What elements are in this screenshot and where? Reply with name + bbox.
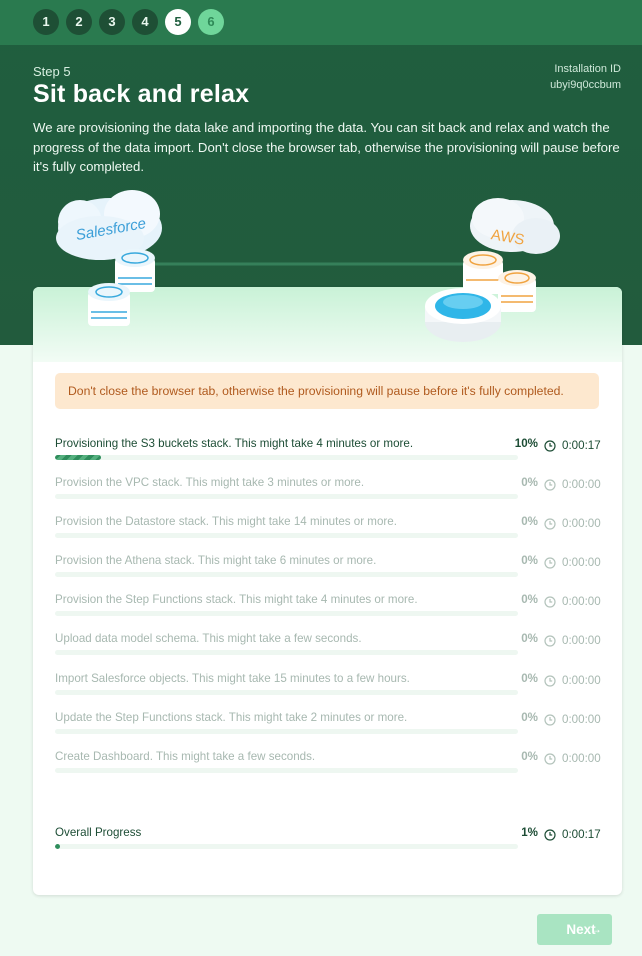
task-row: Import Salesforce objects. This might ta… <box>55 672 622 702</box>
progress-card: Don't close the browser tab, otherwise t… <box>33 287 622 895</box>
aws-cloud-icon: AWS <box>470 198 560 254</box>
task-elapsed-time: 0:00:00 <box>562 634 601 647</box>
arrow-right-icon: → <box>590 922 602 936</box>
overall-progress: Overall Progress 1% 0:00:17 <box>55 826 622 856</box>
task-elapsed-time: 0:00:00 <box>562 595 601 608</box>
task-elapsed-time: 0:00:00 <box>562 517 601 530</box>
clock-icon <box>544 596 556 608</box>
task-percent: 0% <box>521 515 538 528</box>
clock-icon <box>544 635 556 647</box>
task-percent: 0% <box>521 593 538 606</box>
task-row: Provision the Athena stack. This might t… <box>55 554 622 584</box>
task-progress-bar <box>55 572 518 577</box>
overall-progress-percent: 1% <box>521 826 538 839</box>
task-elapsed-time: 0:00:00 <box>562 713 601 726</box>
task-percent: 10% <box>514 437 538 450</box>
task-label: Provision the Step Functions stack. This… <box>55 593 418 606</box>
task-percent: 0% <box>521 750 538 763</box>
installation-id-label: Installation ID <box>554 63 621 75</box>
task-row: Provisioning the S3 buckets stack. This … <box>55 437 622 467</box>
task-label: Upload data model schema. This might tak… <box>55 632 362 645</box>
task-percent: 0% <box>521 632 538 645</box>
task-progress-bar <box>55 611 518 616</box>
overall-progress-label: Overall Progress <box>55 826 142 839</box>
task-progress-bar <box>55 455 518 460</box>
data-lake-icon <box>425 288 501 342</box>
stepper: 1 2 3 4 5 6 <box>0 0 642 45</box>
installation-id-value: ubyi9q0ccbum <box>550 79 621 91</box>
task-label: Create Dashboard. This might take a few … <box>55 750 316 763</box>
task-row: Create Dashboard. This might take a few … <box>55 750 622 780</box>
task-label: Provision the Datastore stack. This migh… <box>55 515 397 528</box>
step-1[interactable]: 1 <box>33 9 59 35</box>
task-label: Provisioning the S3 buckets stack. This … <box>55 437 414 450</box>
step-4[interactable]: 4 <box>132 9 158 35</box>
step-2[interactable]: 2 <box>66 9 92 35</box>
task-percent: 0% <box>521 711 538 724</box>
task-row: Update the Step Functions stack. This mi… <box>55 711 622 741</box>
task-row: Provision the Step Functions stack. This… <box>55 593 622 623</box>
clock-icon <box>544 714 556 726</box>
task-elapsed-time: 0:00:00 <box>562 556 601 569</box>
clock-icon <box>544 518 556 530</box>
task-progress-bar <box>55 533 518 538</box>
task-progress-bar <box>55 729 518 734</box>
task-label: Update the Step Functions stack. This mi… <box>55 711 408 724</box>
clock-icon <box>544 557 556 569</box>
task-elapsed-time: 0:00:00 <box>562 674 601 687</box>
database-icon <box>88 249 155 326</box>
clock-icon <box>544 479 556 491</box>
task-row: Provision the VPC stack. This might take… <box>55 476 622 506</box>
next-button[interactable]: Next → <box>537 914 612 945</box>
task-row: Upload data model schema. This might tak… <box>55 632 622 662</box>
task-progress-bar <box>55 494 518 499</box>
task-progress-bar <box>55 690 518 695</box>
task-elapsed-time: 0:00:00 <box>562 752 601 765</box>
task-progress-bar <box>55 650 518 655</box>
task-elapsed-time: 0:00:17 <box>562 439 601 452</box>
salesforce-cloud-icon: Salesforce <box>56 190 162 260</box>
task-label: Provision the VPC stack. This might take… <box>55 476 365 489</box>
page-description: We are provisioning the data lake and im… <box>33 120 620 174</box>
clock-icon <box>544 675 556 687</box>
data-transfer-illustration: Salesforce AWS <box>56 190 560 342</box>
task-percent: 0% <box>521 554 538 567</box>
step-6: 6 <box>198 9 224 35</box>
clock-icon <box>544 829 556 841</box>
task-percent: 0% <box>521 672 538 685</box>
task-elapsed-time: 0:00:00 <box>562 478 601 491</box>
step-5-current[interactable]: 5 <box>165 9 191 35</box>
step-label: Step 5 <box>33 64 71 79</box>
task-row: Provision the Datastore stack. This migh… <box>55 515 622 545</box>
page-title: Sit back and relax <box>33 80 250 108</box>
clock-icon <box>544 753 556 765</box>
overall-elapsed-time: 0:00:17 <box>562 828 601 841</box>
overall-progress-bar <box>55 844 518 849</box>
task-progress-bar <box>55 768 518 773</box>
step-3[interactable]: 3 <box>99 9 125 35</box>
task-label: Import Salesforce objects. This might ta… <box>55 672 410 685</box>
warning-alert: Don't close the browser tab, otherwise t… <box>55 373 599 409</box>
task-percent: 0% <box>521 476 538 489</box>
task-label: Provision the Athena stack. This might t… <box>55 554 377 567</box>
clock-icon <box>544 440 556 452</box>
